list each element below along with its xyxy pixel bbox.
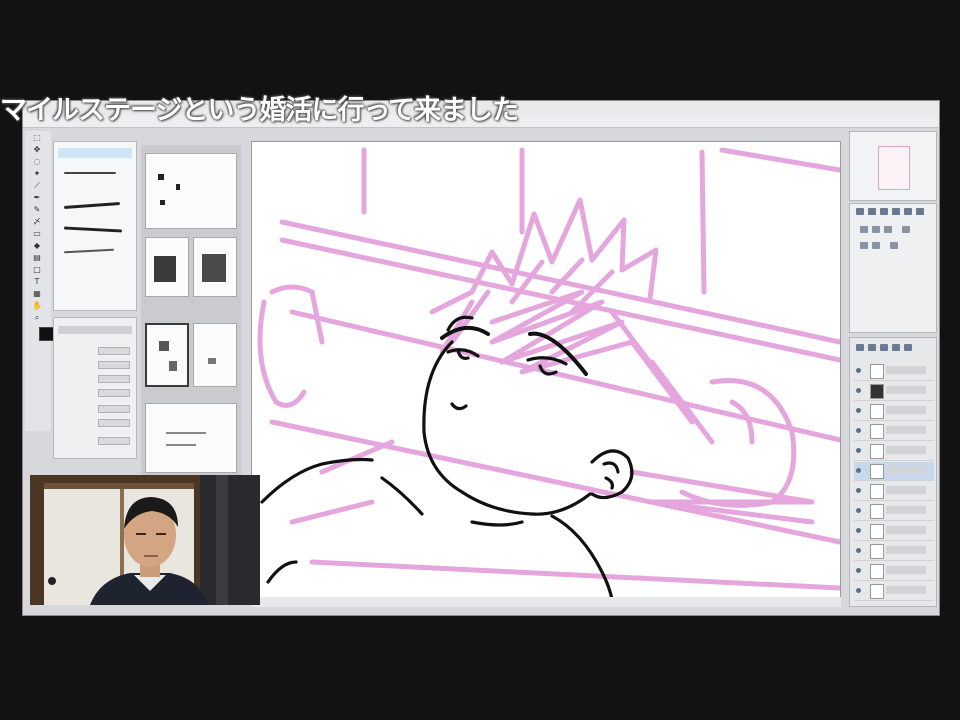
visibility-icon[interactable] [856,468,861,473]
drawing-canvas[interactable] [251,141,841,601]
layer-row[interactable] [854,362,934,381]
navigator-thumbnail[interactable] [878,146,910,190]
visibility-icon[interactable] [856,568,861,573]
brush-stroke[interactable] [63,226,123,233]
layer-tool-icon[interactable] [868,344,876,351]
visibility-icon[interactable] [856,508,861,513]
layer-panel [849,337,937,607]
pink-sketch-layer [257,147,840,591]
layer-row[interactable] [854,522,934,541]
visibility-icon[interactable] [856,488,861,493]
panel-icon[interactable] [902,226,910,233]
panel-icon[interactable] [860,242,868,249]
brush-stroke[interactable] [64,172,116,174]
eyedropper-icon[interactable]: ⟋ [31,181,43,191]
panel-icon[interactable] [860,226,868,233]
layer-row[interactable] [854,542,934,561]
property-row[interactable] [58,346,132,355]
gradient-icon[interactable]: ▤ [31,253,43,263]
property-row[interactable] [58,436,132,445]
brush-icon[interactable]: 〆 [31,217,43,227]
panel-icon[interactable] [890,242,898,249]
webcam-image [30,475,260,605]
layer-row[interactable] [854,422,934,441]
shape-icon[interactable]: □ [31,265,43,275]
page-thumbnail-selected[interactable] [145,323,189,387]
layer-row-selected[interactable] [854,462,934,481]
panel-icon[interactable] [884,226,892,233]
magic-wand-icon[interactable]: ✦ [31,169,43,179]
visibility-icon[interactable] [856,408,861,413]
eraser-icon[interactable]: ▭ [31,229,43,239]
zoom-icon[interactable]: ⌕ [31,313,43,323]
property-row[interactable] [58,388,132,397]
hand-icon[interactable]: ✋ [31,301,43,311]
navigator-panel [849,131,937,201]
layer-row[interactable] [854,442,934,461]
canvas-drawing [257,147,840,600]
visibility-icon[interactable] [856,588,861,593]
panel-icon[interactable] [916,208,924,215]
panel-icon[interactable] [856,208,864,215]
lasso-icon[interactable]: ◌ [31,157,43,167]
tool-strip: ⬚ ✥ ◌ ✦ ⟋ ✒ ✎ 〆 ▭ ◆ ▤ □ T ▦ ✋ ⌕ [25,131,55,431]
page-manager [141,145,241,475]
layer-row[interactable] [854,382,934,401]
webcam-overlay [30,475,260,605]
property-row[interactable] [58,418,132,427]
fill-icon[interactable]: ◆ [31,241,43,251]
canvas-status-bar [251,597,841,607]
panel-icon[interactable] [892,208,900,215]
layer-row[interactable] [854,582,934,601]
sub-tool-panel [849,203,937,333]
layer-row[interactable] [854,562,934,581]
visibility-icon[interactable] [856,548,861,553]
property-row[interactable] [58,404,132,413]
layer-tool-icon[interactable] [856,344,864,351]
panel-icon[interactable] [872,226,880,233]
layer-tool-icon[interactable] [880,344,888,351]
layer-tool-icon[interactable] [904,344,912,351]
tool-property-panel [53,317,137,459]
layer-tool-icon[interactable] [892,344,900,351]
visibility-icon[interactable] [856,388,861,393]
panel-icon[interactable] [880,208,888,215]
page-thumbnail[interactable] [145,403,237,473]
page-thumbnail[interactable] [145,237,189,297]
visibility-icon[interactable] [856,528,861,533]
property-row[interactable] [58,374,132,383]
selected-brush[interactable] [58,148,132,158]
move-icon[interactable]: ✥ [31,145,43,155]
page-thumbnail[interactable] [193,323,237,387]
layer-row[interactable] [854,502,934,521]
visibility-icon[interactable] [856,428,861,433]
panel-icon[interactable] [904,208,912,215]
frame-icon[interactable]: ▦ [31,289,43,299]
layer-row[interactable] [854,482,934,501]
pencil-icon[interactable]: ✎ [31,205,43,215]
page-thumbnail[interactable] [193,237,237,297]
visibility-icon[interactable] [856,368,861,373]
brush-stroke[interactable] [63,248,115,254]
brush-panel [53,141,137,311]
visibility-icon[interactable] [856,448,861,453]
subtitle-overlay: マイルステージという婚活に行って来ました [0,95,519,126]
selection-icon[interactable]: ⬚ [31,133,43,143]
page-thumbnail[interactable] [145,153,237,229]
panel-icon[interactable] [872,242,880,249]
property-header [58,326,132,334]
property-row[interactable] [58,360,132,369]
panel-icon[interactable] [868,208,876,215]
text-icon[interactable]: T [31,277,43,287]
brush-stroke[interactable] [63,202,121,209]
layer-row[interactable] [854,402,934,421]
pen-icon[interactable]: ✒ [31,193,43,203]
